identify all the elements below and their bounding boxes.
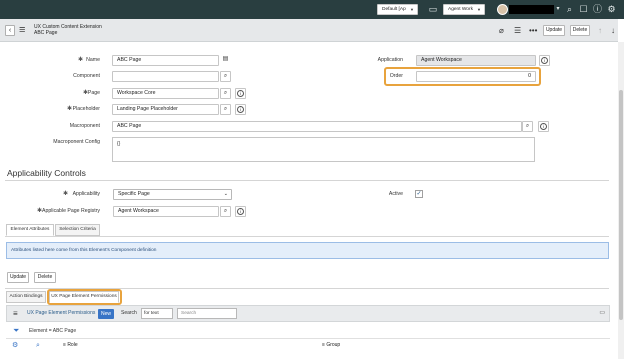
application-field: Agent Workspace xyxy=(416,55,536,66)
placeholder-label: Placeholder xyxy=(72,106,100,112)
top-navigation-bar: Default [Ap ▼ ▭ Agent Work ▼ ▾ ⌕ ☐ ⓘ ⚙ xyxy=(0,0,624,19)
gear-icon[interactable]: ⚙ xyxy=(606,3,617,15)
chevron-down-icon: ▼ xyxy=(477,7,481,12)
chevron-down-icon: ▼ xyxy=(410,7,414,12)
registry-preview-button[interactable]: i xyxy=(235,206,246,217)
list-menu-icon[interactable]: ≡ xyxy=(13,308,18,319)
applicability-select-value: Specific Page xyxy=(118,191,150,197)
page-preview-button[interactable]: i xyxy=(235,88,246,99)
page-lookup-button[interactable]: ⌕ xyxy=(220,88,231,99)
tab-element-attributes[interactable]: Element Attributes xyxy=(6,224,54,236)
attachment-icon[interactable]: ⌀ xyxy=(499,25,504,36)
application-preview-button[interactable]: i xyxy=(539,55,550,66)
help-icon[interactable]: ⓘ xyxy=(592,3,603,15)
workspace-select[interactable]: Agent Work ▼ xyxy=(443,4,485,15)
workspace-select-value: Agent Work xyxy=(448,7,473,12)
new-button[interactable]: New xyxy=(98,309,114,319)
applicability-section-title: Applicability Controls xyxy=(7,168,86,178)
macroponent-config-label: Macroponent Config xyxy=(53,139,100,145)
update-button[interactable]: Update xyxy=(543,25,565,36)
application-label: Application xyxy=(377,57,403,63)
order-label: Order xyxy=(389,73,403,79)
applicability-label: Applicability xyxy=(72,191,100,197)
breadcrumb[interactable]: Element = ABC Page xyxy=(29,328,76,334)
macroponent-lookup-button[interactable]: ⌕ xyxy=(522,121,533,132)
info-message: Attributes listed here come from this El… xyxy=(6,242,609,259)
application-scope-select[interactable]: Default [Ap ▼ xyxy=(377,4,418,15)
related-list-title[interactable]: UX Page Element Permissions xyxy=(27,308,95,319)
delete-button-bottom[interactable]: Delete xyxy=(34,272,56,283)
page-label: Page xyxy=(87,90,100,96)
macroponent-field[interactable]: ABC Page xyxy=(112,121,522,132)
section-divider xyxy=(5,180,609,181)
role-column-label: Role xyxy=(67,342,78,348)
update-button-bottom[interactable]: Update xyxy=(7,272,29,283)
previous-record-icon[interactable]: ↑ xyxy=(598,25,602,36)
chat-icon[interactable]: ☐ xyxy=(578,3,589,15)
collapse-icon[interactable]: ▭ xyxy=(599,309,605,316)
more-options-icon[interactable]: ••• xyxy=(529,25,537,36)
search-field-select[interactable]: for text xyxy=(141,308,173,319)
column-header-row: ⚙ ⌕ ≡ Role ≡ Group xyxy=(6,338,610,352)
search-input[interactable]: Search xyxy=(177,308,237,319)
macroponent-label: Macroponent xyxy=(69,123,100,129)
registry-field[interactable]: Agent Workspace xyxy=(113,206,219,217)
name-field[interactable]: ABC Page xyxy=(112,55,219,66)
tab-divider xyxy=(5,236,609,237)
context-menu-icon[interactable]: ≡ xyxy=(19,24,25,36)
next-record-icon[interactable]: ↓ xyxy=(611,25,615,36)
placeholder-field[interactable]: Landing Page Placeholder xyxy=(112,104,219,115)
search-icon[interactable]: ⌕ xyxy=(36,341,40,350)
record-name-subtitle: ABC Page xyxy=(34,30,58,36)
update-set-icon[interactable]: ▭ xyxy=(428,3,438,15)
group-column-header[interactable]: ≡ Group xyxy=(322,341,340,350)
component-label: Component xyxy=(73,73,100,79)
registry-label: Applicable Page Registry xyxy=(42,208,100,214)
settings-sliders-icon[interactable]: ☰ xyxy=(514,25,521,36)
tab-action-bindings[interactable]: Action Bindings xyxy=(6,291,46,303)
component-lookup-button[interactable]: ⌕ xyxy=(220,71,231,82)
macroponent-config-field[interactable]: {} xyxy=(112,137,535,162)
back-button[interactable]: ‹ xyxy=(5,25,15,36)
registry-lookup-button[interactable]: ⌕ xyxy=(220,206,231,217)
user-avatar[interactable] xyxy=(497,4,508,15)
translate-icon[interactable]: ▤ xyxy=(220,55,231,66)
name-label: Name xyxy=(86,57,100,63)
page-field[interactable]: Workspace Core xyxy=(112,88,219,99)
search-icon[interactable]: ⌕ xyxy=(564,3,575,15)
chevron-down-icon[interactable]: ▾ xyxy=(555,3,561,15)
scrollbar-thumb[interactable] xyxy=(619,90,623,320)
role-column-header[interactable]: ≡ Role xyxy=(63,341,78,350)
group-column-label: Group xyxy=(326,342,341,348)
permissions-tab-highlight xyxy=(47,289,122,305)
placeholder-preview-button[interactable]: i xyxy=(235,104,246,115)
form-header: ‹ ≡ UX Custom Content Extension ABC Page… xyxy=(0,19,618,42)
search-label: Search xyxy=(121,310,137,316)
filter-icon[interactable]: ⏷ xyxy=(13,327,19,335)
tab-selection-criteria[interactable]: Selection Criteria xyxy=(55,224,100,236)
related-list-toolbar: ≡ UX Page Element Permissions New Search… xyxy=(6,305,610,322)
component-field[interactable] xyxy=(112,71,219,82)
scope-select-value: Default [Ap xyxy=(382,7,406,12)
macroponent-preview-button[interactable]: i xyxy=(538,121,549,132)
active-checkbox[interactable]: ✓ xyxy=(415,190,423,198)
order-field[interactable]: 0 xyxy=(416,71,536,82)
gear-icon[interactable]: ⚙ xyxy=(12,341,18,350)
user-name[interactable] xyxy=(509,5,554,14)
placeholder-lookup-button[interactable]: ⌕ xyxy=(220,104,231,115)
chevron-down-icon: ⌄ xyxy=(223,191,228,197)
applicability-select[interactable]: Specific Page ⌄ xyxy=(113,189,232,200)
page-scrollbar[interactable] xyxy=(618,42,624,359)
active-label: Active xyxy=(388,191,403,197)
delete-button[interactable]: Delete xyxy=(570,25,590,36)
search-field-select-value: for text xyxy=(144,311,159,316)
